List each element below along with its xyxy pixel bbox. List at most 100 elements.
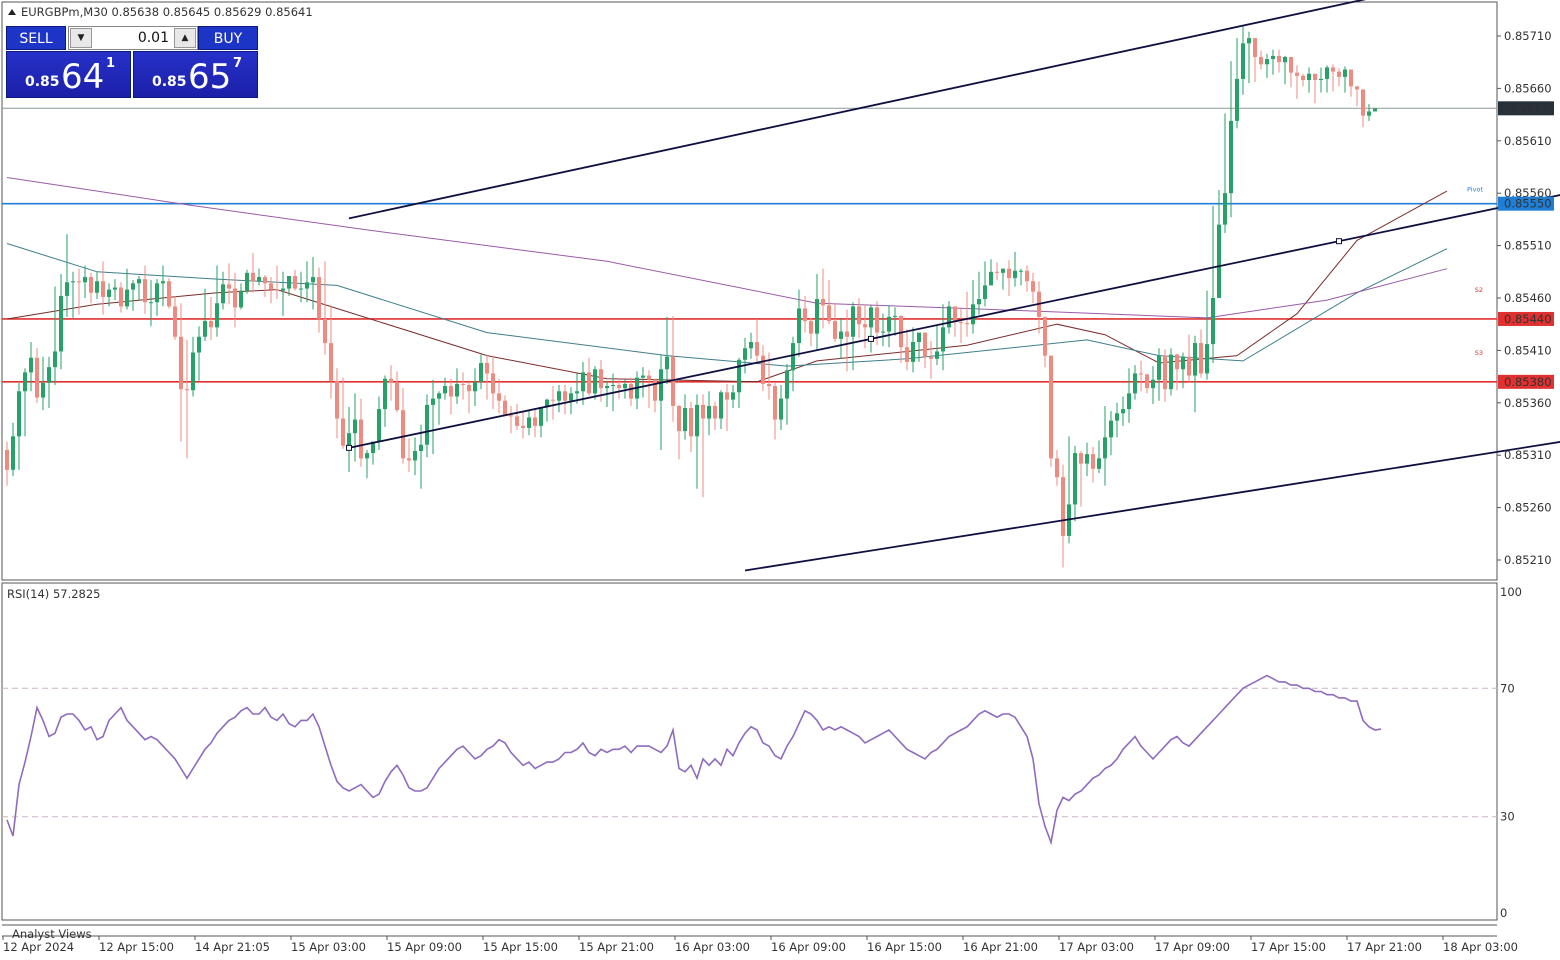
candle [1301, 73, 1305, 87]
candle [1019, 268, 1023, 286]
candle-body [551, 399, 555, 401]
candle-body [461, 383, 465, 385]
buy-price-big: 65 [188, 57, 232, 97]
candle [923, 332, 927, 369]
candle-body [293, 275, 297, 289]
candle-body [557, 391, 561, 401]
candle [1181, 352, 1185, 389]
candle-body [737, 359, 741, 393]
candle-body [905, 347, 909, 362]
time-tick-label: 16 Apr 21:00 [963, 940, 1038, 954]
candle [449, 378, 453, 415]
candle-body [335, 380, 339, 419]
candle-body [83, 277, 87, 283]
channel-anchor-handle[interactable] [1336, 238, 1342, 245]
candle [689, 401, 693, 453]
candle-body [1331, 67, 1335, 72]
lot-decrease-icon[interactable]: ▼ [70, 28, 92, 48]
candle [227, 263, 231, 305]
buy-button[interactable]: BUY [198, 26, 258, 50]
candle [389, 365, 393, 401]
lot-increase-icon[interactable]: ▲ [174, 28, 196, 48]
candle-body [1277, 55, 1281, 63]
candle-body [1157, 355, 1161, 380]
candle [1139, 360, 1143, 392]
candle-body [1337, 71, 1341, 77]
candle-body [647, 375, 651, 380]
candle-body [1265, 59, 1269, 65]
candle-body [539, 406, 543, 426]
candle [179, 303, 183, 442]
candle [455, 368, 459, 404]
candle [1199, 329, 1203, 378]
time-tick-label: 16 Apr 15:00 [867, 940, 942, 954]
collapse-arrow-icon[interactable] [8, 9, 16, 15]
candle-body [65, 282, 69, 296]
candle [1211, 205, 1215, 363]
candle-body [779, 398, 783, 420]
horizontal-levels: Pivot S2 S3 [2, 107, 1497, 383]
level-label-pivot: Pivot [1467, 186, 1483, 194]
candle-body [1193, 343, 1197, 376]
lot-size-field[interactable]: ▼ 0.01 ▲ [68, 26, 198, 50]
buy-quote[interactable]: 0.85 65 7 [133, 51, 258, 98]
candle [899, 315, 903, 363]
candle-body [437, 393, 441, 399]
candle-body [1061, 477, 1065, 536]
candle [1337, 68, 1341, 87]
buy-price-prefix: 0.85 [152, 74, 187, 90]
channel-anchor-handle[interactable] [346, 444, 352, 451]
candle-body [1349, 69, 1353, 87]
candle [413, 437, 417, 476]
time-tick-label: 15 Apr 15:00 [483, 940, 558, 954]
candle [425, 394, 429, 458]
channel-line-upper[interactable] [348, 0, 1399, 220]
candle [1229, 61, 1233, 218]
candle-body [629, 383, 633, 399]
candle [827, 280, 831, 325]
candle-body [149, 302, 153, 304]
candle [1367, 104, 1371, 121]
rsi-indicator: 100 70 30 0 [2, 585, 1522, 920]
candle-body [1319, 78, 1323, 81]
candle [743, 337, 747, 374]
candle-body [1073, 453, 1077, 505]
candle-body [389, 378, 393, 383]
time-tick-label: 12 Apr 15:00 [99, 940, 174, 954]
candle-body [911, 342, 915, 362]
candle-body [851, 306, 855, 337]
candle [437, 391, 441, 425]
candle [593, 366, 597, 400]
candle [431, 379, 435, 455]
time-axis: 12 Apr 2024 12 Apr 15:00 14 Apr 21:05 15 Ap… [2, 936, 1518, 954]
candle [659, 354, 663, 450]
candle [185, 339, 189, 459]
channel-anchor-handle[interactable] [868, 335, 874, 342]
time-tick-label: 17 Apr 21:00 [1347, 940, 1422, 954]
candle-body [155, 283, 159, 303]
candle [959, 308, 963, 344]
candle-body [839, 331, 843, 339]
lot-size-value[interactable]: 0.01 [93, 27, 173, 49]
candle-body [827, 305, 831, 322]
candle [1205, 290, 1209, 380]
price-tick-label: 0.85660 [1504, 81, 1552, 95]
candle [695, 394, 699, 489]
sell-quote[interactable]: 0.85 64 1 [6, 51, 131, 98]
candle [347, 406, 351, 472]
candle [647, 370, 651, 409]
candle [497, 378, 501, 414]
candle-body [1295, 72, 1299, 76]
candle [509, 405, 513, 434]
candle-body [1055, 458, 1059, 478]
candle-body [1289, 56, 1293, 73]
sell-button[interactable]: SELL [6, 26, 66, 50]
candle-body [179, 336, 183, 390]
level-tag-s2-text: 0.85440 [1504, 312, 1552, 326]
candle-body [233, 288, 237, 308]
candle-body [995, 271, 999, 273]
candle-body [1253, 38, 1257, 57]
channel-line-lower[interactable] [744, 434, 1560, 572]
candle [1061, 464, 1065, 568]
candle-body [977, 299, 981, 305]
